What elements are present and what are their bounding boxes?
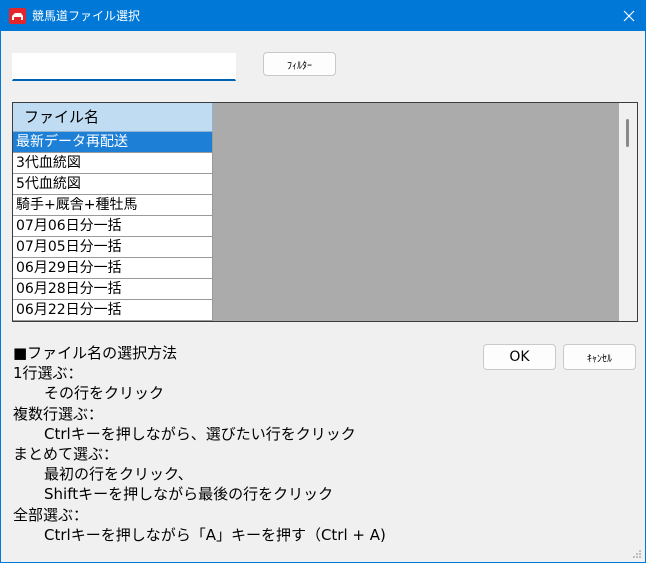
app-logo-icon [9,8,26,24]
help-line: 1行選ぶ： [13,364,83,383]
file-select-window: 競馬道ファイル選択 ﾌｨﾙﾀｰ ファイル名 最新データ再配送 3代血統図 5代血… [0,0,646,563]
help-line: Shiftキーを押しながら最後の行をクリック [44,485,334,504]
title-bar[interactable]: 競馬道ファイル選択 [1,1,645,31]
help-line: 全部選ぶ： [13,505,89,524]
list-item[interactable]: 07月05日分一括 [13,237,213,258]
file-list-rows: 最新データ再配送 3代血統図 5代血統図 騎手+厩舎+種牡馬 07月06日分一括… [13,132,213,321]
file-list[interactable]: ファイル名 最新データ再配送 3代血統図 5代血統図 騎手+厩舎+種牡馬 07月… [12,102,638,322]
window-title: 競馬道ファイル選択 [32,9,141,23]
help-heading: ■ファイル名の選択方法 [13,344,178,362]
help-line: その行をクリック [44,384,165,403]
vertical-scrollbar[interactable] [619,103,637,321]
list-item[interactable]: 騎手+厩舎+種牡馬 [13,195,213,216]
list-item[interactable]: 5代血統図 [13,174,213,195]
cancel-button[interactable]: ｷｬﾝｾﾙ [563,344,636,370]
help-line: Ctrlキーを押しながら、選びたい行をクリック [44,424,356,443]
list-item[interactable]: 07月06日分一括 [13,216,213,237]
list-item[interactable]: 06月22日分一括 [13,300,213,321]
filter-input[interactable] [12,53,236,81]
list-item[interactable]: 最新データ再配送 [13,132,213,153]
help-line: まとめて選ぶ： [13,444,119,463]
close-button[interactable] [613,1,645,31]
filter-button[interactable]: ﾌｨﾙﾀｰ [263,52,336,76]
selection-help: ■ファイル名の選択方法 1行選ぶ： その行をクリック 複数行選ぶ： Ctrlキー… [13,343,386,545]
ok-button[interactable]: OK [483,344,556,370]
list-item[interactable]: 06月29日分一括 [13,258,213,279]
close-icon [623,10,635,22]
help-line: Ctrlキーを押しながら「A」キーを押す（Ctrl + A) [44,525,386,544]
resize-grip-icon[interactable] [632,549,642,559]
help-line: 複数行選ぶ： [13,404,104,423]
help-line: 最初の行をクリック、 [44,465,193,484]
list-item[interactable]: 3代血統図 [13,153,213,174]
list-item[interactable]: 06月28日分一括 [13,279,213,300]
column-header-filename[interactable]: ファイル名 [13,103,213,132]
scrollbar-thumb[interactable] [626,119,629,147]
